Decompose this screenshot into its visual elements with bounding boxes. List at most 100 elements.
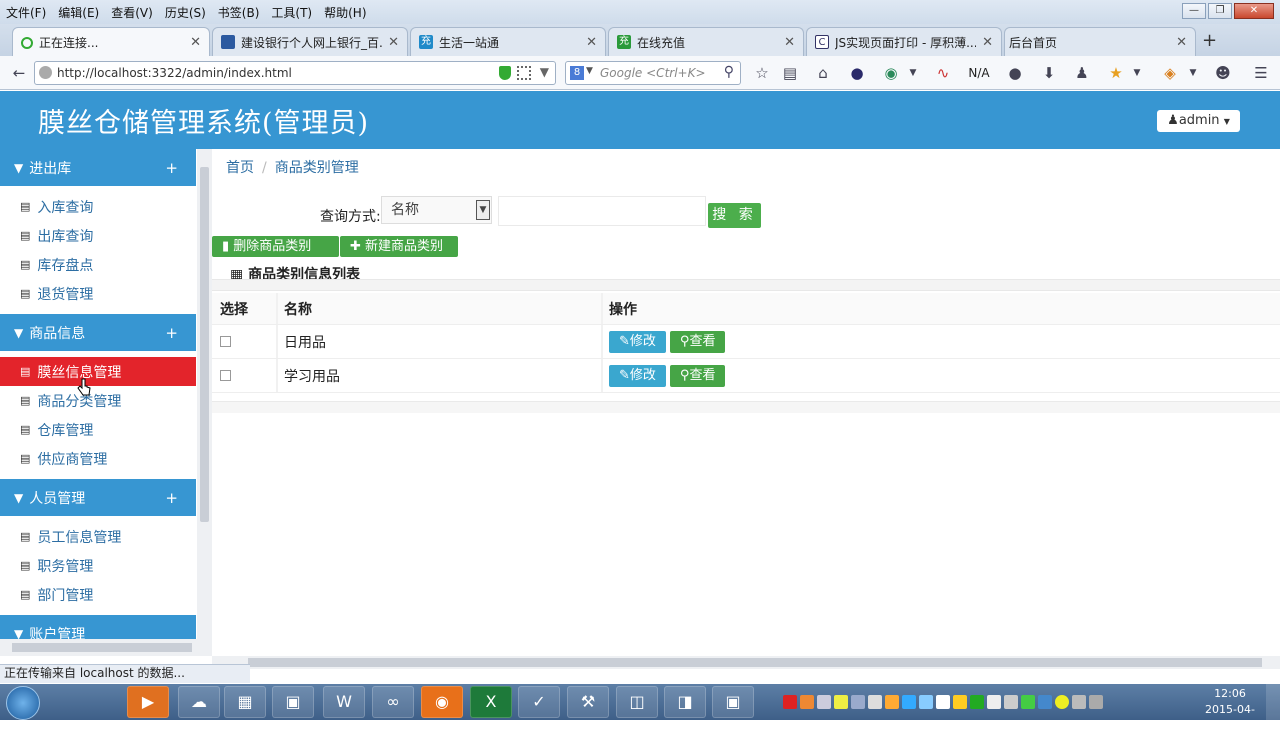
- tray-app-icon[interactable]: [1021, 695, 1035, 709]
- visual-studio-icon[interactable]: ∞: [372, 686, 414, 718]
- menu-help[interactable]: 帮助(H): [318, 4, 372, 21]
- na-indicator[interactable]: N/A: [964, 62, 994, 84]
- edit-button[interactable]: ✎修改: [609, 330, 666, 353]
- qrcode-icon[interactable]: [517, 66, 531, 80]
- tray-app-icon[interactable]: [1038, 695, 1052, 709]
- row-checkbox[interactable]: [220, 336, 231, 347]
- menu-history[interactable]: 历史(S): [159, 4, 212, 21]
- close-tab-icon[interactable]: ✕: [1176, 35, 1187, 50]
- scrollbar-thumb[interactable]: [12, 643, 192, 652]
- sidebar-group-inout[interactable]: ▼ 进出库 +: [0, 149, 196, 186]
- tray-app-icon[interactable]: [902, 695, 916, 709]
- notes-app-icon[interactable]: ◨: [664, 686, 706, 718]
- tray-app-icon[interactable]: [919, 695, 933, 709]
- admin-dropdown-button[interactable]: ♟admin ▼: [1157, 110, 1240, 132]
- sidebar-item-department[interactable]: ▤ 部门管理: [0, 580, 196, 609]
- chat-icon[interactable]: ●: [1004, 62, 1026, 84]
- tray-app-icon[interactable]: [987, 695, 1001, 709]
- sidebar-item-supplier[interactable]: ▤ 供应商管理: [0, 444, 196, 473]
- tab-ccb[interactable]: 建设银行个人网上银行_百... ✕: [212, 27, 408, 56]
- firefox-icon[interactable]: ◉: [421, 686, 463, 718]
- close-tab-icon[interactable]: ✕: [982, 35, 993, 50]
- excel-icon[interactable]: X: [470, 686, 512, 718]
- site-info-icon[interactable]: [39, 66, 52, 79]
- sidebar-group-account[interactable]: ▼ 账户管理: [0, 615, 196, 639]
- chart-addon-icon[interactable]: ∿: [932, 62, 954, 84]
- tab-admin-home[interactable]: 后台首页 ✕: [1004, 27, 1196, 56]
- network-tool-icon[interactable]: ⚒: [567, 686, 609, 718]
- window-app-icon[interactable]: ◫: [616, 686, 658, 718]
- tab-recharge[interactable]: 充 在线充值 ✕: [608, 27, 804, 56]
- chevron-down-icon[interactable]: ▼: [902, 62, 924, 84]
- search-box[interactable]: 8 ▼ Google <Ctrl+K> ⚲: [565, 61, 741, 85]
- view-button[interactable]: ⚲查看: [669, 364, 726, 387]
- query-mode-select[interactable]: 名称 ▼: [381, 196, 492, 224]
- new-tab-button[interactable]: +: [1202, 30, 1217, 51]
- search-icon[interactable]: ⚲: [724, 64, 734, 80]
- sidebar-item-employee[interactable]: ▤ 员工信息管理: [0, 522, 196, 551]
- folder-icon[interactable]: ▣: [272, 686, 314, 718]
- sidebar-item-category[interactable]: ▤ 商品分类管理: [0, 386, 196, 415]
- addon-icon[interactable]: ●: [846, 62, 868, 84]
- home-icon[interactable]: ⌂: [812, 62, 834, 84]
- back-icon[interactable]: ←: [8, 62, 30, 84]
- sidebar-group-product[interactable]: ▼ 商品信息 +: [0, 314, 196, 351]
- feedback-icon[interactable]: ☻: [1212, 62, 1234, 84]
- show-desktop-button[interactable]: [1266, 684, 1280, 720]
- chevron-down-icon[interactable]: ▼: [1126, 62, 1148, 84]
- content-horizontal-scrollbar[interactable]: [212, 656, 1280, 669]
- menu-file[interactable]: 文件(F): [0, 4, 52, 21]
- keyboard-icon[interactable]: [868, 695, 882, 709]
- sidebar-item-inbound-query[interactable]: ▤ 入库查询: [0, 192, 196, 221]
- word-icon[interactable]: W: [323, 686, 365, 718]
- tray-app-icon[interactable]: [851, 695, 865, 709]
- security-icon[interactable]: [970, 695, 984, 709]
- sidebar-scrollbar[interactable]: [197, 149, 212, 639]
- menu-bookmarks[interactable]: 书签(B): [212, 4, 266, 21]
- sidebar-item-returns[interactable]: ▤ 退货管理: [0, 279, 196, 308]
- row-checkbox[interactable]: [220, 370, 231, 381]
- close-tab-icon[interactable]: ✕: [586, 35, 597, 50]
- menu-tools[interactable]: 工具(T): [265, 4, 318, 21]
- delete-category-button[interactable]: ▮ 删除商品类别: [212, 236, 339, 257]
- close-tab-icon[interactable]: ✕: [784, 35, 795, 50]
- tray-app-icon[interactable]: [936, 695, 950, 709]
- chevron-down-icon[interactable]: ▼: [1182, 62, 1204, 84]
- minimize-icon[interactable]: —: [1182, 3, 1206, 19]
- project-icon[interactable]: ✓: [518, 686, 560, 718]
- expand-plus-icon[interactable]: +: [165, 324, 178, 342]
- start-button[interactable]: [6, 686, 40, 720]
- menu-view[interactable]: 查看(V): [105, 4, 159, 21]
- bookmark-star-icon[interactable]: ☆: [751, 62, 773, 84]
- tray-app-icon[interactable]: [800, 695, 814, 709]
- scrollbar-thumb[interactable]: [200, 167, 209, 522]
- query-input[interactable]: [498, 196, 706, 226]
- hamburger-menu-icon[interactable]: ☰: [1250, 62, 1272, 84]
- tool-icon[interactable]: ◈: [1159, 62, 1181, 84]
- tray-app-icon[interactable]: [783, 695, 797, 709]
- download-icon[interactable]: ⬇: [1038, 62, 1060, 84]
- new-category-button[interactable]: ✚ 新建商品类别: [340, 236, 458, 257]
- globe-icon[interactable]: ◉: [880, 62, 902, 84]
- media-player-icon[interactable]: ▶: [127, 686, 169, 718]
- tray-app-icon[interactable]: [1004, 695, 1018, 709]
- view-button[interactable]: ⚲查看: [669, 330, 726, 353]
- scrollbar-thumb[interactable]: [248, 658, 1262, 667]
- signal-icon[interactable]: [1072, 695, 1086, 709]
- file-explorer-icon[interactable]: ▦: [224, 686, 266, 718]
- tab-connecting[interactable]: 正在连接... ✕: [12, 27, 210, 57]
- close-tab-icon[interactable]: ✕: [388, 35, 399, 50]
- plus-tray-icon[interactable]: [1055, 695, 1069, 709]
- tab-js-print[interactable]: C JS实现页面打印 - 厚积薄... ✕: [806, 27, 1002, 56]
- shield-icon[interactable]: [499, 66, 511, 80]
- google-icon[interactable]: 8: [570, 66, 584, 80]
- volume-icon[interactable]: [1089, 695, 1103, 709]
- bookmarks-list-icon[interactable]: ▤: [779, 62, 801, 84]
- close-window-icon[interactable]: ✕: [1234, 3, 1274, 19]
- select-arrow-icon[interactable]: ▼: [476, 200, 490, 220]
- tray-app-icon[interactable]: [834, 695, 848, 709]
- close-tab-icon[interactable]: ✕: [190, 35, 201, 50]
- engine-dropdown-icon[interactable]: ▼: [586, 66, 593, 76]
- favorites-icon[interactable]: ★: [1105, 62, 1127, 84]
- breadcrumb-home[interactable]: 首页: [226, 160, 254, 176]
